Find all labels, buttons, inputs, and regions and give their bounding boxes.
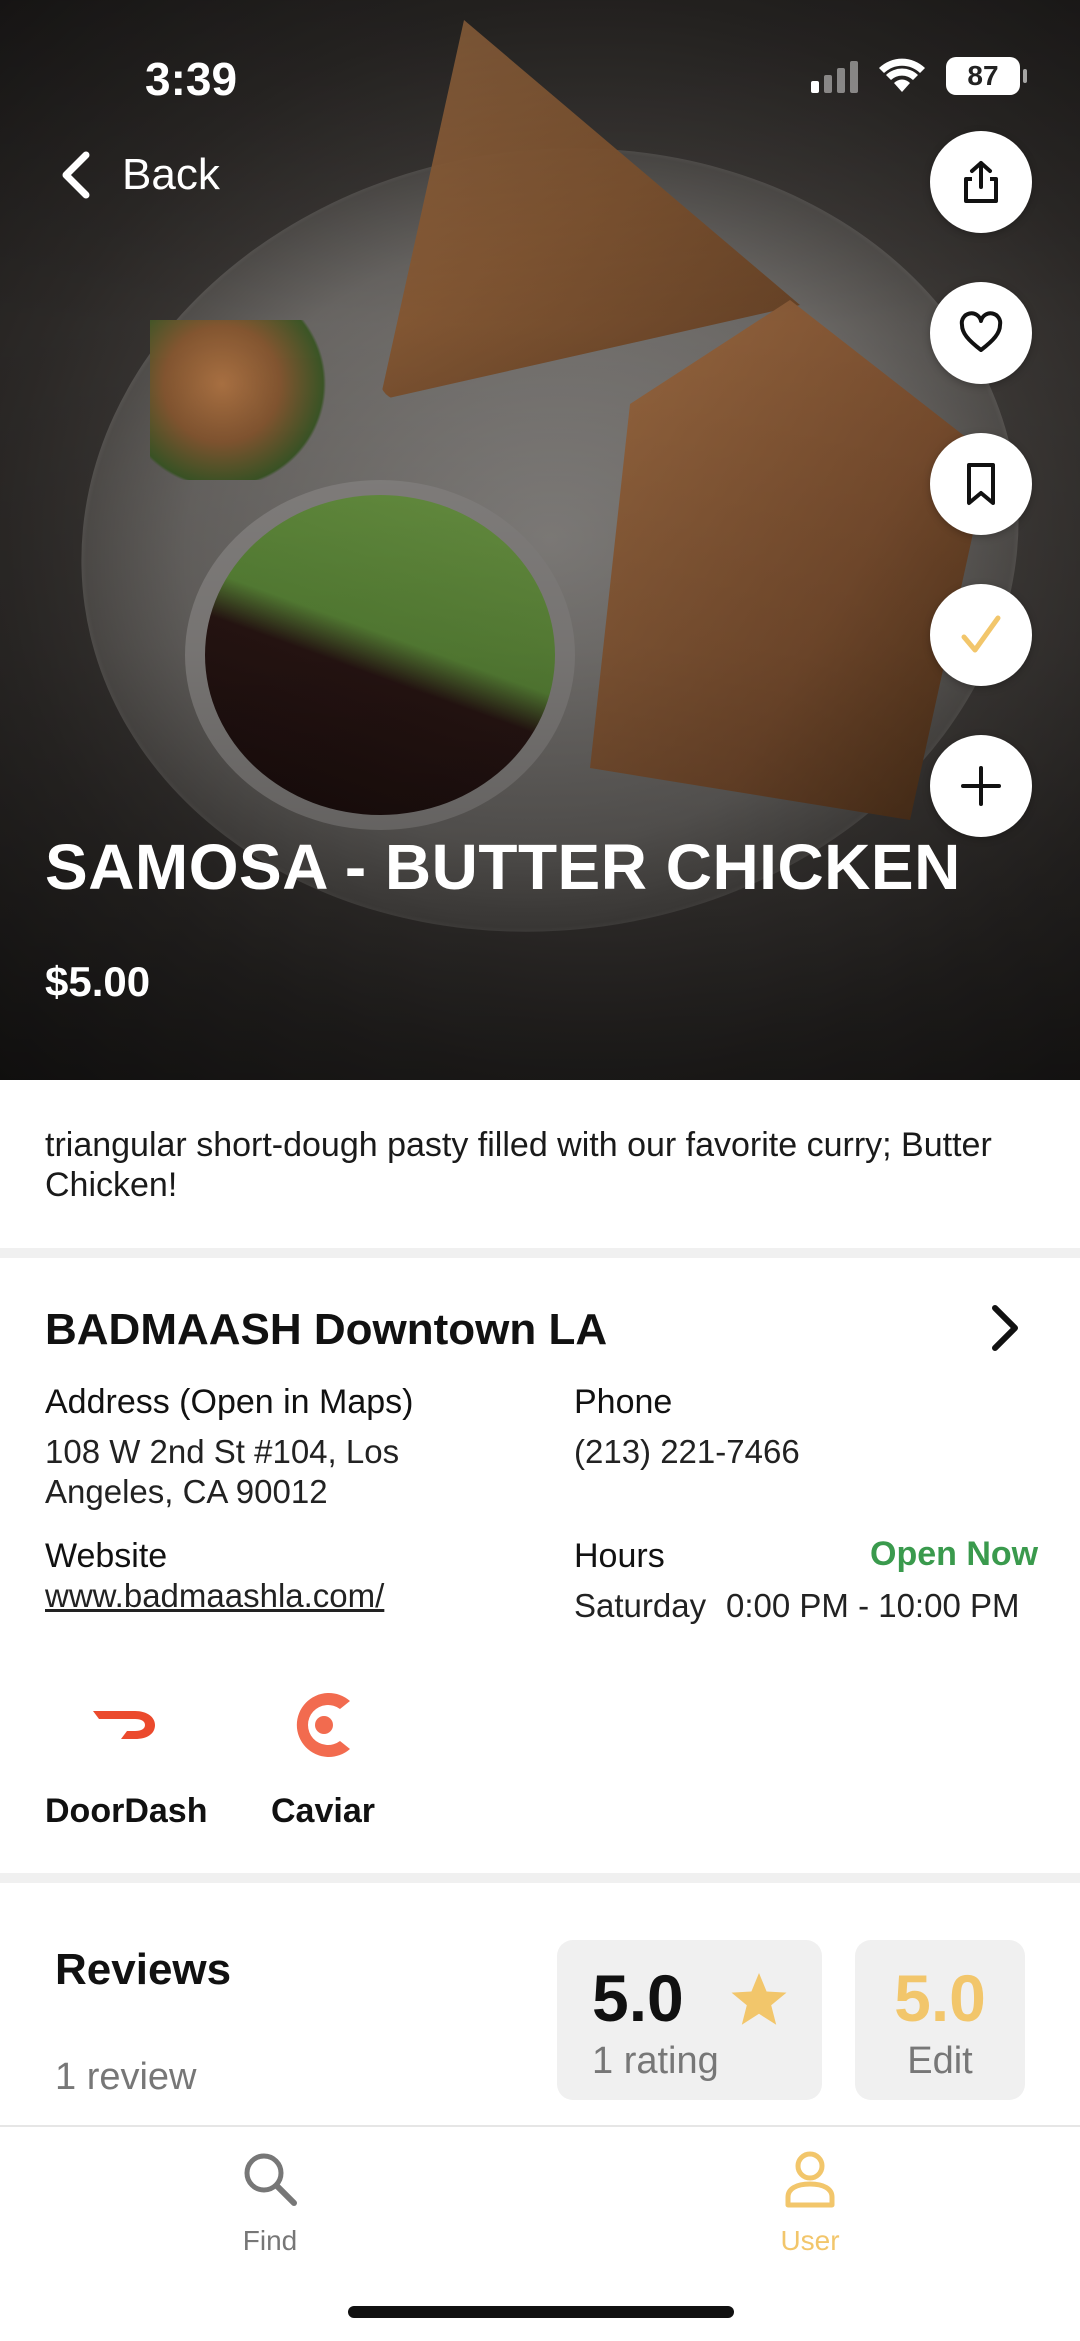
tab-find[interactable]: Find (170, 2147, 370, 2257)
tab-user-label: User (780, 2225, 840, 2256)
edit-label: Edit (907, 2040, 973, 2082)
heart-icon (959, 311, 1003, 352)
search-icon (244, 2153, 297, 2206)
tried-button[interactable] (930, 584, 1032, 686)
user-icon (785, 2151, 835, 2208)
status-icons: 87 (811, 56, 1027, 96)
share-icon (964, 161, 998, 203)
plus-icon (961, 766, 1001, 806)
website-label: Website (45, 1537, 168, 1575)
reviews-title: Reviews (55, 1945, 232, 1994)
website-link[interactable]: www.badmaashla.com/ (45, 1576, 384, 1616)
caviar-label: Caviar (271, 1792, 375, 1830)
battery-icon: 87 (946, 57, 1027, 95)
average-rating: 5.0 (592, 1961, 684, 2035)
hours-time: 0:00 PM - 10:00 PM (726, 1587, 1020, 1624)
open-status: Open Now (870, 1535, 1039, 1573)
wifi-icon (879, 58, 925, 92)
restaurant-name[interactable]: BADMAASH Downtown LA (45, 1305, 607, 1355)
caviar-link[interactable]: Caviar (271, 1680, 375, 1831)
bookmark-button[interactable] (930, 433, 1032, 535)
item-description: triangular short-dough pasty filled with… (45, 1126, 992, 1204)
chevron-right-icon[interactable] (985, 1300, 1025, 1356)
star-icon (731, 1973, 787, 2025)
doordash-label: DoorDash (45, 1792, 208, 1830)
home-indicator[interactable] (348, 2306, 734, 2318)
rating-count: 1 rating (592, 2040, 719, 2082)
tab-user[interactable]: User (710, 2147, 910, 2257)
caviar-icon (296, 1693, 350, 1757)
add-button[interactable] (930, 735, 1032, 837)
hours-day: Saturday (574, 1587, 707, 1624)
address-label[interactable]: Address (Open in Maps) (45, 1383, 414, 1422)
average-rating-box[interactable]: 5.0 1 rating (557, 1940, 822, 2100)
address-line-2[interactable]: Angeles, CA 90012 (45, 1472, 328, 1512)
tab-find-label: Find (242, 2225, 298, 2256)
bookmark-icon (967, 463, 995, 505)
signal-icon (811, 59, 858, 93)
my-rating: 5.0 (894, 1961, 986, 2035)
hours-label: Hours (574, 1537, 665, 1575)
item-title: SAMOSA - BUTTER CHICKEN (45, 831, 961, 903)
check-icon (961, 615, 1001, 653)
item-price: $5.00 (45, 958, 151, 1005)
status-time: 3:39 (145, 53, 238, 105)
divider (0, 1873, 1080, 1883)
divider (0, 1248, 1080, 1258)
doordash-icon (93, 1711, 156, 1739)
back-button[interactable]: Back (58, 150, 220, 200)
back-label: Back (122, 150, 220, 199)
edit-rating-button[interactable]: 5.0 Edit (855, 1940, 1025, 2100)
phone-label: Phone (574, 1383, 673, 1421)
review-count[interactable]: 1 review (55, 2056, 197, 2099)
address-line-1[interactable]: 108 W 2nd St #104, Los (45, 1432, 399, 1472)
doordash-link[interactable]: DoorDash (45, 1680, 207, 1831)
chevron-left-icon (62, 151, 90, 199)
phone-number[interactable]: (213) 221-7466 (574, 1432, 800, 1472)
share-button[interactable] (930, 131, 1032, 233)
favorite-button[interactable] (930, 282, 1032, 384)
